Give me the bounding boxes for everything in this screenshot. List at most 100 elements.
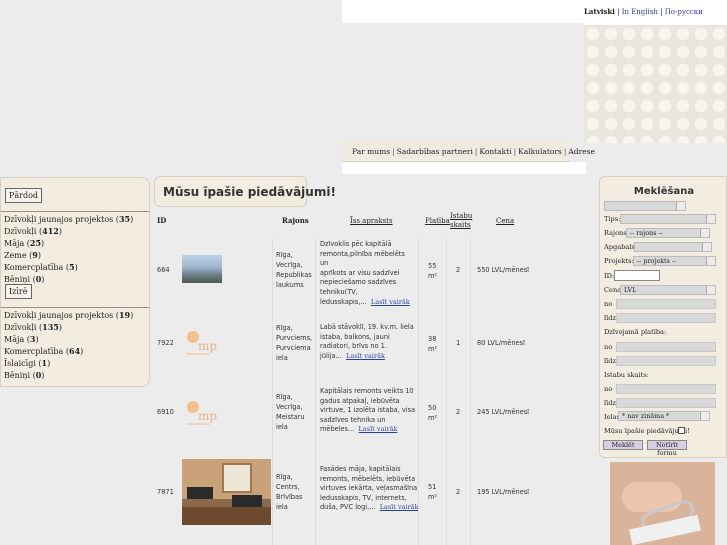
rent-item[interactable]: Īslaicīgi (1)	[4, 357, 133, 369]
listing-id: 6910	[157, 408, 174, 416]
agency-logo[interactable]: mp	[184, 328, 224, 358]
svg-text:mp: mp	[198, 339, 217, 353]
rent-item[interactable]: Dzīvokļi jaunajos projektos (19)	[4, 309, 133, 321]
rooms-to-input[interactable]	[616, 398, 716, 408]
rooms-from-input[interactable]	[616, 384, 716, 394]
col-rooms-1[interactable]: Istabu	[450, 212, 472, 220]
nav-address[interactable]: Adrese	[568, 147, 595, 156]
listing-area: 51 m²	[428, 483, 438, 501]
rooms-to-label: līdz	[604, 399, 616, 407]
rent-button[interactable]: Izīrē	[5, 284, 32, 299]
col-divider	[446, 238, 447, 545]
project-select[interactable]: -- projekts --	[633, 256, 716, 266]
listing-desc: Labā stāvoklī, 19. kv.m. liela istaba, ba…	[320, 323, 414, 360]
rent-item[interactable]: Komercplatība (64)	[4, 345, 133, 357]
area-to-input[interactable]	[616, 356, 716, 366]
col-divider	[418, 238, 419, 545]
area-from-label: no	[604, 343, 613, 351]
col-divider	[272, 238, 273, 545]
listing-rooms: 2	[456, 408, 461, 416]
top-banner	[342, 0, 586, 23]
type-select[interactable]	[620, 214, 716, 224]
language-switcher: Latviski | In English | По-русски	[584, 7, 703, 16]
col-price[interactable]: Cena	[496, 217, 514, 225]
sell-list: Dzīvokļi jaunajos projektos (35) Dzīvokļ…	[4, 213, 133, 285]
area-select[interactable]	[634, 242, 712, 252]
type-label: Tips:	[604, 215, 621, 223]
currency-select[interactable]: LVL	[620, 285, 716, 295]
listing-area: 38 m²	[428, 335, 438, 353]
page-title: Mūsu īpašie piedāvājumi!	[163, 185, 336, 199]
lang-english[interactable]: In English	[622, 8, 658, 16]
listing-rooms: 1	[456, 339, 461, 347]
read-more-link[interactable]: Lasīt vairāk	[371, 298, 410, 306]
col-divider	[315, 238, 316, 545]
listing-desc: Kapitālais remonts veikts 10 gadus atpaka…	[320, 387, 416, 434]
clear-form-button[interactable]: Notīrīt formu	[647, 440, 687, 457]
decorative-pattern	[584, 25, 727, 143]
rooms-from-label: no	[604, 385, 613, 393]
search-button[interactable]: Meklēt	[603, 440, 643, 450]
listing-rooms: 2	[456, 488, 461, 496]
keys-photo	[610, 462, 715, 545]
district-select[interactable]: -- rajons --	[626, 228, 710, 238]
listing-photo[interactable]	[182, 459, 271, 525]
category-sidebar: Pārdod Dzīvokļi jaunajos projektos (35) …	[0, 177, 150, 387]
price-from-input[interactable]	[616, 299, 716, 309]
listing-photo[interactable]	[182, 255, 222, 283]
rent-item[interactable]: Māja (3)	[4, 333, 133, 345]
search-title: Meklēšana	[633, 186, 695, 197]
search-panel: Meklēšana Tips: Rajons: -- rajons -- Apg…	[599, 176, 727, 458]
floor-select[interactable]: * nav zināma *	[618, 411, 710, 421]
nav-contacts[interactable]: Kontakti	[479, 147, 511, 156]
read-more-link[interactable]: Lasīt vairāk	[359, 425, 398, 433]
id-input[interactable]	[614, 270, 660, 281]
rent-item[interactable]: Bēniņi (0)	[4, 369, 133, 381]
col-area[interactable]: Platība	[425, 217, 450, 225]
col-divider	[470, 238, 471, 545]
chevron-down-icon	[700, 412, 709, 420]
lang-latvian[interactable]: Latviski	[584, 7, 615, 16]
listing-price: 80 LVL/mēnesī	[477, 339, 525, 347]
rooms-label: Istabu skaits:	[604, 371, 649, 379]
sell-item[interactable]: Dzīvokļi (412)	[4, 225, 133, 237]
rent-item[interactable]: Dzīvokļi (135)	[4, 321, 133, 333]
rent-list: Dzīvokļi jaunajos projektos (19) Dzīvokļ…	[4, 309, 133, 381]
col-rooms-2[interactable]: skaits	[450, 221, 471, 229]
nav-partners[interactable]: Sadarbības partneri	[397, 147, 473, 156]
listing-area: 55 m²	[428, 262, 438, 280]
sell-item[interactable]: Māja (25)	[4, 237, 133, 249]
deal-select[interactable]	[604, 201, 686, 211]
svg-text:mp: mp	[198, 409, 217, 423]
nav-calculator[interactable]: Kalkulators	[518, 147, 562, 156]
col-district[interactable]: Rajons	[282, 216, 309, 225]
listing-id: 7922	[157, 339, 174, 347]
listing-id: 664	[157, 266, 170, 274]
living-area-label: Dzīvojamā platība:	[604, 328, 667, 336]
area-from-input[interactable]	[616, 342, 716, 352]
listing-desc: Fasādes māja, kapitālais remonts, mēbelēt…	[320, 465, 420, 512]
agency-logo[interactable]: mp	[184, 398, 224, 428]
listing-price: 245 LVL/mēnesī	[477, 408, 530, 416]
area-label: Apgabals:	[604, 243, 638, 251]
sell-item[interactable]: Komercplatība (5)	[4, 261, 133, 273]
listing-district: Rīga, Vecrīga, Meistaru iela	[276, 393, 305, 431]
sell-item[interactable]: Zeme (9)	[4, 249, 133, 261]
read-more-link[interactable]: Lasīt vairāk	[380, 503, 419, 511]
lang-russian[interactable]: По-русски	[665, 8, 703, 16]
special-checkbox[interactable]	[678, 427, 685, 434]
nav-about[interactable]: Par mums	[352, 147, 390, 156]
listing-district: Rīga, Vecrīga, Republikas laukums	[276, 251, 312, 289]
area-to-label: līdz	[604, 357, 616, 365]
price-to-label: līdz	[604, 314, 616, 322]
price-to-input[interactable]	[616, 313, 716, 323]
offers-title-box: Mūsu īpašie piedāvājumi!	[154, 176, 336, 207]
chevron-down-icon	[702, 243, 711, 251]
col-desc[interactable]: Īss apraksts	[350, 217, 393, 225]
project-label: Projekts:	[604, 257, 634, 265]
read-more-link[interactable]: Lasīt vairāk	[346, 352, 385, 360]
sell-item[interactable]: Dzīvokļi jaunajos projektos (35)	[4, 213, 133, 225]
sell-button[interactable]: Pārdod	[5, 188, 43, 203]
special-label: Mūsu īpašie piedāvājumi!	[604, 427, 690, 435]
id-label: ID:	[604, 272, 615, 280]
